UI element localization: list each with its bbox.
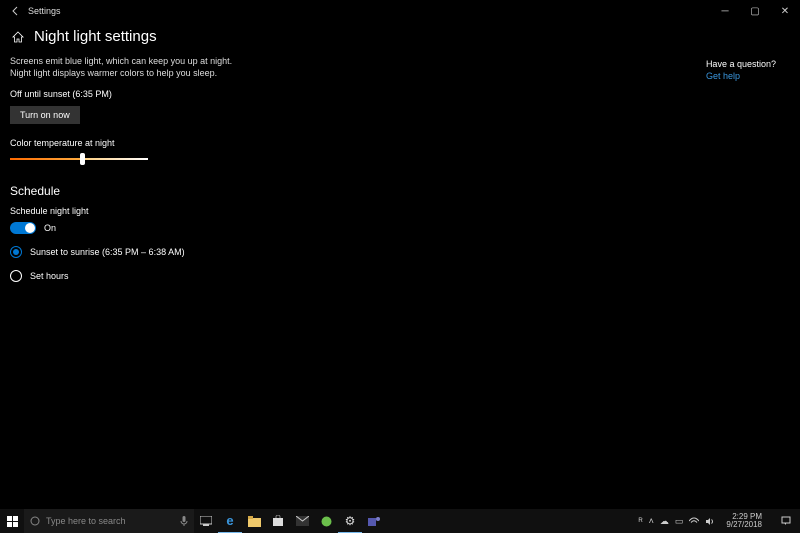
green-app[interactable] [314,509,338,533]
mic-icon[interactable] [180,516,188,526]
slider-thumb[interactable] [80,153,85,165]
volume-icon[interactable] [705,517,714,526]
temperature-slider[interactable] [10,154,148,164]
cortana-icon [30,516,40,526]
task-view-button[interactable] [194,509,218,533]
help-question: Have a question? [706,59,776,69]
battery-icon[interactable]: ▭ [675,516,684,527]
help-link[interactable]: Get help [706,71,776,81]
radio-icon [10,270,22,282]
mail-app[interactable] [290,509,314,533]
clock-date: 9/27/2018 [726,521,762,529]
settings-app[interactable]: ⚙ [338,509,362,533]
tray-icon[interactable]: ᴿ [639,516,643,526]
radio-icon [10,246,22,258]
notifications-button[interactable] [774,509,798,533]
temperature-label: Color temperature at night [10,138,470,148]
page-title: Night light settings [34,28,157,45]
radio-set-hours[interactable]: Set hours [10,270,470,282]
page-header: Night light settings [0,22,800,55]
system-tray: ᴿ ˄ ☁ ▭ 2:29 PM 9/27/2018 [639,509,800,533]
taskbar-search[interactable]: Type here to search [24,509,194,533]
turn-on-button[interactable]: Turn on now [10,106,80,124]
description-text: Screens emit blue light, which can keep … [10,55,250,79]
minimize-button[interactable]: ─ [710,0,740,22]
start-button[interactable] [0,509,24,533]
store-app[interactable] [266,509,290,533]
window-title: Settings [28,6,61,16]
radio-label: Set hours [30,271,69,281]
file-explorer-app[interactable] [242,509,266,533]
gear-icon: ⚙ [345,514,356,528]
schedule-toggle[interactable] [10,222,36,234]
taskbar-clock[interactable]: 2:29 PM 9/27/2018 [720,513,768,530]
tray-up-icon[interactable]: ˄ [649,516,654,526]
onedrive-icon[interactable]: ☁ [660,516,669,527]
back-button[interactable] [8,3,24,19]
edge-app[interactable]: e [218,509,242,533]
status-text: Off until sunset (6:35 PM) [10,89,470,99]
schedule-heading: Schedule [10,184,470,198]
home-icon[interactable] [10,29,26,45]
taskbar: Type here to search e ⚙ ᴿ ˄ ☁ ▭ 2:29 PM … [0,509,800,533]
wifi-icon[interactable] [689,517,699,525]
window-titlebar: Settings ─ ▢ ✕ [0,0,800,22]
radio-label: Sunset to sunrise (6:35 PM – 6:38 AM) [30,247,185,257]
close-button[interactable]: ✕ [770,0,800,22]
search-placeholder: Type here to search [46,516,126,526]
teams-app[interactable] [362,509,386,533]
maximize-button[interactable]: ▢ [740,0,770,22]
toggle-state-label: On [44,223,56,233]
schedule-toggle-label: Schedule night light [10,206,470,216]
radio-sunset-sunrise[interactable]: Sunset to sunrise (6:35 PM – 6:38 AM) [10,246,470,258]
